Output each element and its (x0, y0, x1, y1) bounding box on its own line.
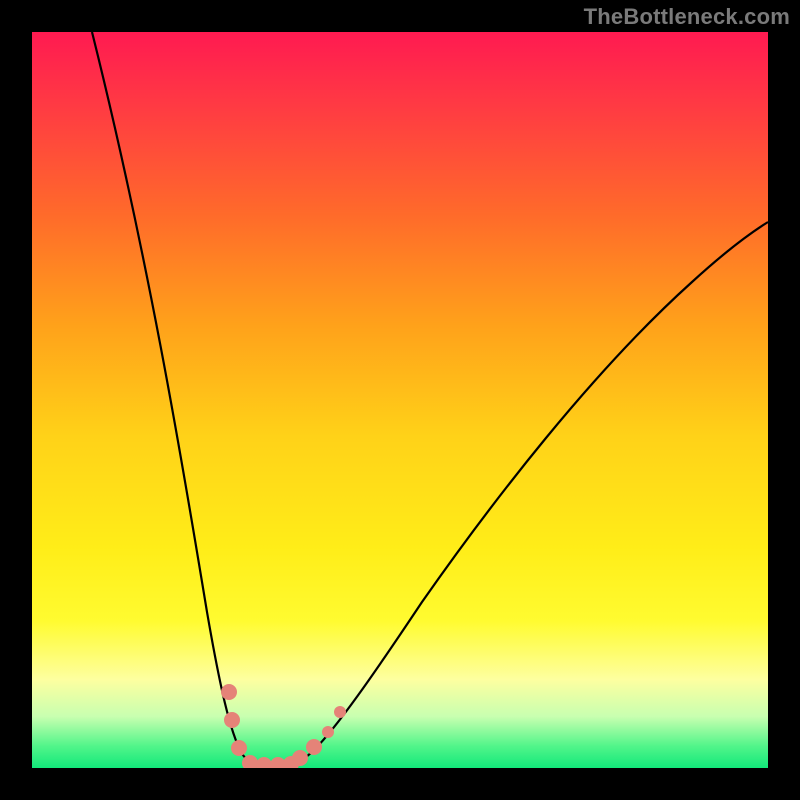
marker (221, 684, 237, 700)
left-curve (92, 32, 282, 767)
right-curve (282, 222, 768, 766)
chart-svg (32, 32, 768, 768)
chart-area (32, 32, 768, 768)
marker (306, 739, 322, 755)
marker (231, 740, 247, 756)
marker-group (221, 684, 346, 768)
marker (292, 750, 308, 766)
watermark: TheBottleneck.com (584, 4, 790, 30)
marker (256, 757, 272, 768)
marker (334, 706, 346, 718)
marker (224, 712, 240, 728)
marker (322, 726, 334, 738)
